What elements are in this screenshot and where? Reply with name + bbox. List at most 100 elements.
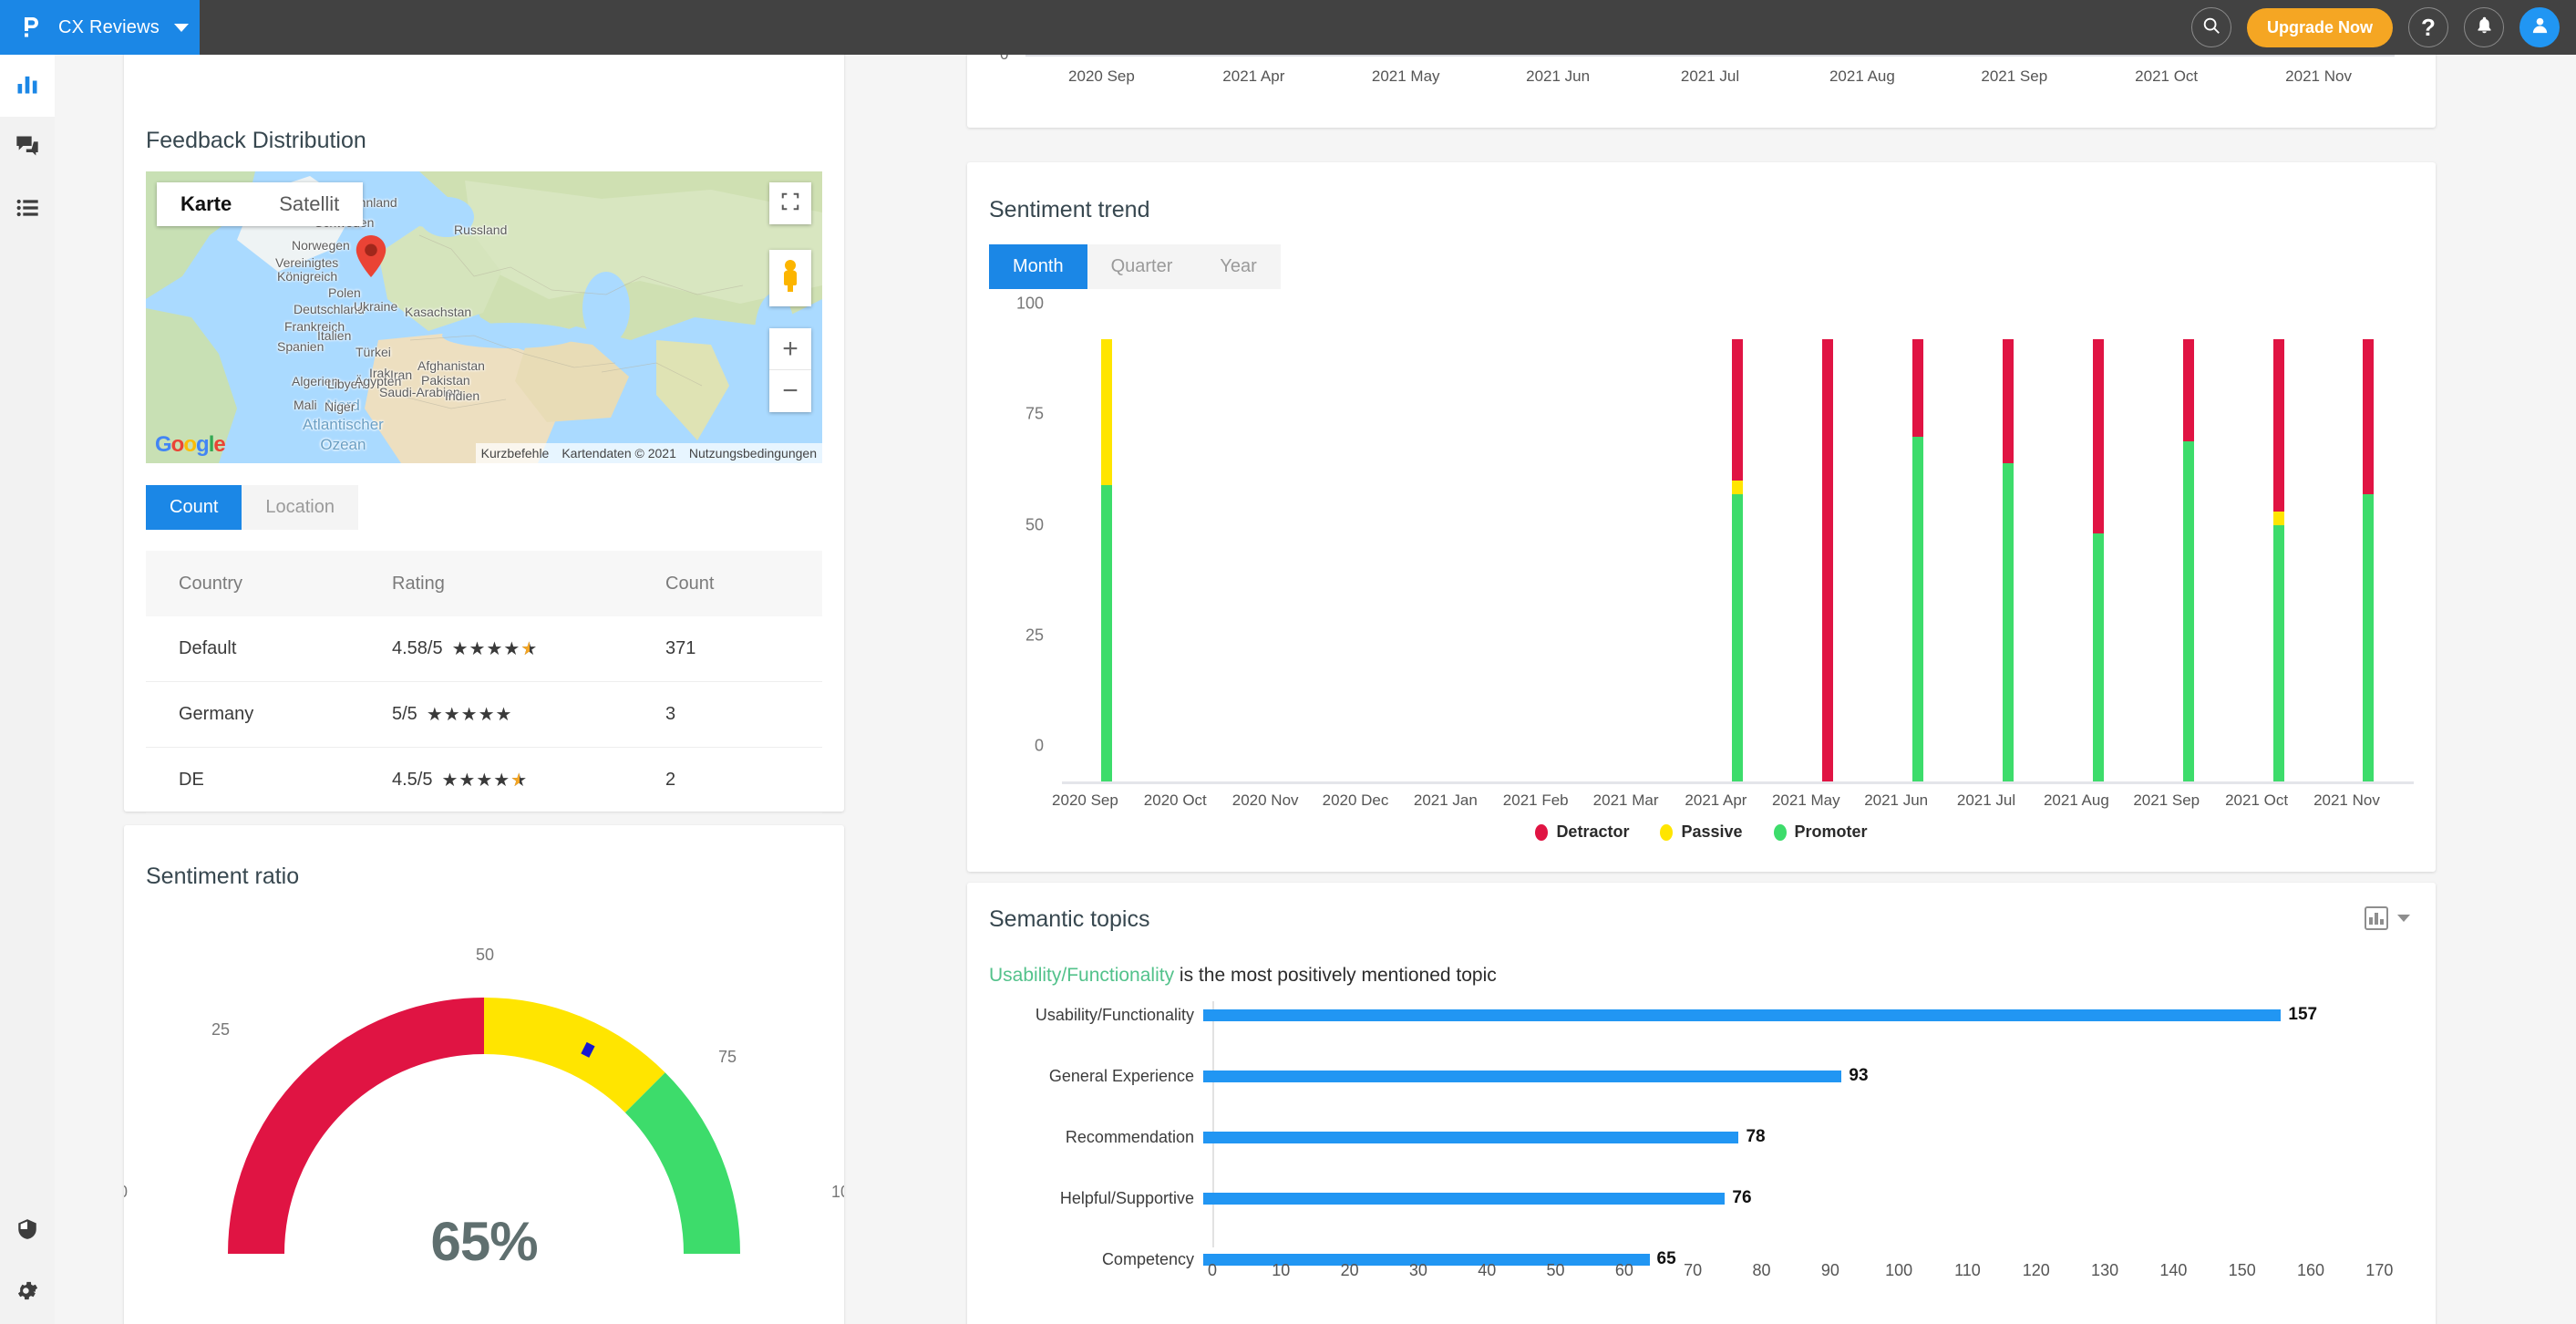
bar-column[interactable] [1242,339,1333,781]
p-logo-icon [20,16,44,39]
stacked-bar [1101,339,1113,781]
bar-column[interactable] [1693,339,1783,781]
y-tick-label: 50 [1025,515,1044,533]
bar-column[interactable] [1783,339,1873,781]
feedback-map[interactable]: NordAtlantischerOzean FinnlandIslandSchw… [146,171,822,463]
street-view-button[interactable] [769,250,811,306]
map-zoom-out-button[interactable]: − [769,370,811,412]
topic-row[interactable]: Usability/Functionality 157 [989,1005,2414,1024]
account-button[interactable] [2519,7,2560,47]
table-row[interactable]: Default 4.58/5 ★★★★★ 371 [146,616,822,682]
tab-quarter[interactable]: Quarter [1087,244,1197,289]
topic-label: Usability/Functionality [1035,1005,1194,1024]
bar-column[interactable] [2233,339,2324,781]
topic-row[interactable]: General Experience 93 [989,1066,2414,1085]
topic-bar [1203,1192,1726,1205]
bar-segment-detractor [1912,339,1924,437]
chevron-down-icon [2397,915,2410,922]
tab-month[interactable]: Month [989,244,1087,289]
bar-segment-promoter [1912,436,1924,781]
bar-segment-promoter [1732,493,1744,781]
sidebar-item-privacy[interactable] [0,1200,55,1262]
cell-country: Germany [179,704,254,724]
semantic-topics-chart-menu[interactable] [2365,906,2410,930]
bar-segment-promoter [1101,485,1113,781]
topic-value-label: 157 [2288,1005,2318,1024]
bar-segment-promoter [2272,524,2284,781]
semantic-topics-title: Semantic topics [989,906,1150,932]
legend-item[interactable]: Detractor [1535,822,1629,842]
help-button[interactable]: ? [2408,7,2448,47]
tab-year[interactable]: Year [1196,244,1280,289]
map-type-karte[interactable]: Karte [157,182,256,226]
top-bar-actions: Upgrade Now ? [2190,0,2560,55]
rating-value: 5/5 [392,704,417,724]
bar-chart-icon [15,71,40,101]
map-type-satellit[interactable]: Satellit [255,182,364,226]
bar-segment-passive [1101,339,1113,486]
bar-column[interactable] [2053,339,2143,781]
sidebar-item-dashboard[interactable] [0,55,55,117]
bar-column[interactable] [1602,339,1693,781]
y-tick-label: 0 [1034,736,1044,755]
sidebar-item-settings[interactable] [0,1262,55,1324]
feedback-distribution-card: Feedback Distribution Nord Atlantischer … [124,55,844,813]
x-tick-label: 2021 Aug [2043,791,2109,809]
x-tick-label: 140 [2159,1261,2188,1279]
topic-row[interactable]: Helpful/Supportive 76 [989,1188,2414,1207]
topic-label: Competency [1101,1249,1194,1268]
stacked-bar [2272,339,2284,781]
x-tick-label: 2021 Apr [1222,67,1285,85]
bar-column[interactable] [1062,339,1152,781]
map-type-switch: Karte Satellit [157,182,364,226]
map-terms-link[interactable]: Nutzungsbedingungen [689,446,817,460]
y-tick-label: 25 [1025,626,1044,645]
bar-column[interactable] [2143,339,2233,781]
bar-column[interactable] [1333,339,1423,781]
brand-selector[interactable]: CX Reviews [0,0,200,55]
map-zoom-in-button[interactable]: + [769,328,811,370]
bar-column[interactable] [1152,339,1242,781]
sentiment-ratio-card: Sentiment ratio 0 25 50 75 100 65% [124,825,844,1324]
table-row[interactable]: Germany 5/5 ★★★★★ 3 [146,682,822,748]
search-button[interactable] [2190,7,2231,47]
topic-label: General Experience [1048,1066,1194,1085]
map-shortcuts-link[interactable]: Kurzbefehle [481,446,550,460]
chevron-down-icon[interactable] [173,23,189,32]
topic-value-label: 78 [1746,1127,1766,1146]
map-attribution: Kurzbefehle Kartendaten © 2021 Nutzungsb… [475,443,822,463]
sentiment-trend-x-labels: 2020 Sep 2020 Oct 2020 Nov 2020 Dec 2021 Jan… [1040,791,2392,810]
legend-dot-icon [1535,823,1549,841]
upgrade-now-button[interactable]: Upgrade Now [2246,7,2393,47]
gauge-tick-75: 75 [718,1048,737,1066]
notifications-button[interactable] [2464,7,2504,47]
x-tick-label: 150 [2228,1261,2256,1279]
table-row[interactable]: DE 4.5/5 ★★★★★ 2 [146,748,822,813]
sidebar-item-list[interactable] [0,179,55,241]
map-fullscreen-button[interactable] [769,182,811,224]
tab-location[interactable]: Location [242,485,358,530]
tab-count[interactable]: Count [146,485,242,530]
bar-column[interactable] [2324,339,2414,781]
x-tick-label: 2021 Feb [1502,791,1569,809]
bell-icon [2475,16,2494,39]
top-chart-x-labels: 2020 Sep 2021 Apr 2021 May 2021 Jun 2021… [1025,67,2395,86]
bar-segment-detractor [2363,339,2375,494]
legend-item[interactable]: Promoter [1773,822,1868,842]
bar-segment-detractor [1822,339,1834,781]
bar-column[interactable] [1422,339,1512,781]
bar-segment-promoter [2092,533,2104,781]
x-tick-label: 80 [1752,1261,1771,1279]
bar-column[interactable] [1512,339,1602,781]
topic-row[interactable]: Recommendation 78 [989,1127,2414,1146]
cell-count: 3 [665,704,676,724]
sidebar-item-reviews[interactable] [0,117,55,179]
topic-bar [1203,1009,2282,1021]
x-tick-label: 170 [2365,1261,2394,1279]
bar-segment-detractor [1732,339,1744,481]
legend-dot-icon [1773,823,1787,841]
bar-column[interactable] [1963,339,2054,781]
legend-item[interactable]: Passive [1660,822,1743,842]
bar-column[interactable] [1873,339,1963,781]
stacked-bar [1822,339,1834,781]
